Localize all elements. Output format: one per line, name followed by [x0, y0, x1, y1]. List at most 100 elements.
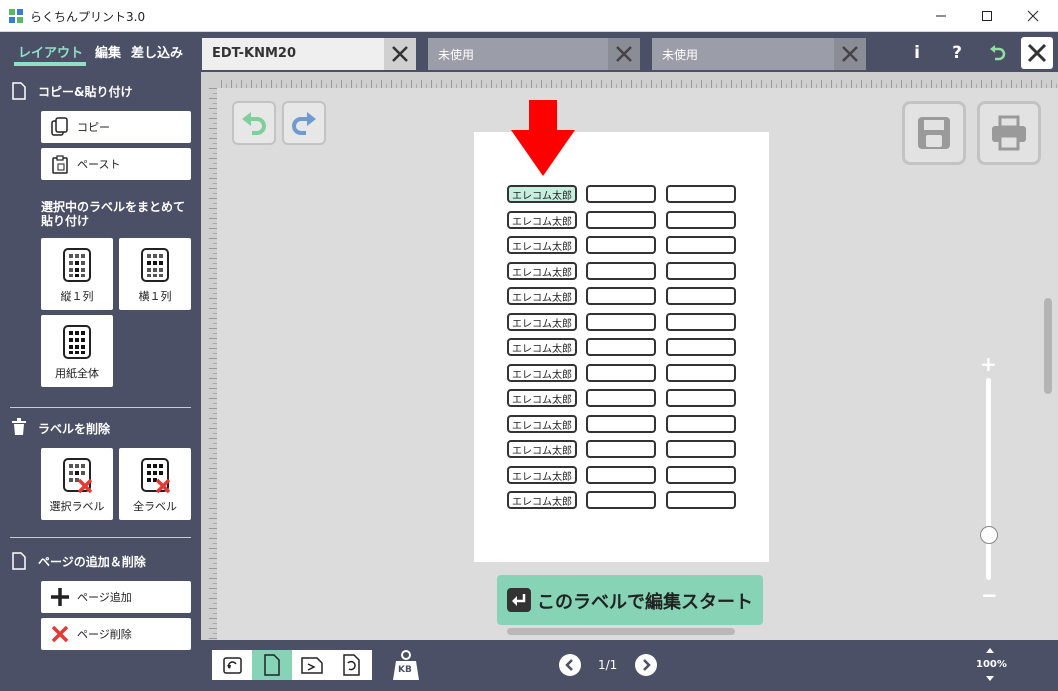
label-cell-row-9-col-1[interactable]: エレコム太郎 [507, 389, 577, 407]
mode-tab-layout[interactable]: レイアウト [18, 42, 83, 61]
paste-column-button[interactable]: 縦１列 [41, 238, 113, 310]
label-cell-row-12-col-3[interactable] [666, 466, 736, 484]
row-grid-icon [141, 248, 169, 282]
zoom-down-icon[interactable] [985, 675, 995, 683]
undo-history-button[interactable] [981, 38, 1013, 68]
undo-button[interactable] [232, 101, 276, 145]
zoom-in-button[interactable]: + [980, 352, 997, 376]
info-button[interactable]: i [901, 38, 933, 68]
label-cell-row-13-col-2[interactable] [586, 491, 656, 509]
mode-tab-merge[interactable]: 差し込み [131, 42, 183, 61]
label-cell-row-4-col-3[interactable] [666, 262, 736, 280]
down-arrow-icon [511, 100, 575, 176]
start-editing-button[interactable]: このラベルで編集スタート [497, 575, 763, 625]
mode-tab-edit[interactable]: 編集 [95, 42, 121, 61]
doc-tab-close-button[interactable] [608, 38, 640, 70]
copy-button[interactable]: コピー [41, 111, 191, 143]
zoom-slider-handle[interactable] [980, 526, 998, 544]
save-icon [918, 117, 950, 149]
label-cell-row-5-col-2[interactable] [586, 287, 656, 305]
label-cell-row-1-col-2[interactable] [586, 185, 656, 203]
label-cell-row-3-col-2[interactable] [586, 236, 656, 254]
label-cell-row-11-col-2[interactable] [586, 440, 656, 458]
orientation-group [212, 650, 372, 680]
doc-tab-2[interactable]: 未使用 [428, 38, 640, 70]
label-cell-row-12-col-1[interactable]: エレコム太郎 [507, 466, 577, 484]
zoom-out-button[interactable]: − [981, 583, 998, 607]
ruler-ticks [201, 88, 217, 640]
doc-tab-1[interactable]: EDT-KNM20 [202, 38, 416, 70]
delete-selected-icon [63, 458, 93, 494]
label-cell-row-10-col-2[interactable] [586, 415, 656, 433]
label-cell-row-9-col-3[interactable] [666, 389, 736, 407]
label-cell-row-13-col-3[interactable] [666, 491, 736, 509]
tile-label: 選択ラベル [49, 500, 105, 513]
label-cell-row-10-col-1[interactable]: エレコム太郎 [507, 415, 577, 433]
portrait-page-icon [264, 654, 280, 676]
label-cell-row-6-col-2[interactable] [586, 313, 656, 331]
label-cell-row-8-col-3[interactable] [666, 364, 736, 382]
close-app-button[interactable] [1021, 37, 1053, 69]
zoom-up-icon[interactable] [985, 646, 995, 654]
weight-badge-label: KB [398, 665, 412, 675]
tile-label: 用紙全体 [55, 367, 99, 380]
label-cell-row-9-col-2[interactable] [586, 389, 656, 407]
rotate-left-icon [223, 657, 242, 674]
print-button[interactable] [977, 101, 1041, 165]
close-icon [1027, 10, 1039, 22]
section-title-pages: ページの追加＆削除 [38, 555, 146, 569]
paste-button[interactable]: ペースト [41, 148, 191, 180]
label-cell-row-12-col-2[interactable] [586, 466, 656, 484]
label-cell-row-10-col-3[interactable] [666, 415, 736, 433]
label-cell-row-3-col-1[interactable]: エレコム太郎 [507, 236, 577, 254]
label-cell-row-5-col-3[interactable] [666, 287, 736, 305]
label-cell-row-1-col-1[interactable]: エレコム太郎 [507, 185, 577, 203]
label-cell-row-3-col-3[interactable] [666, 236, 736, 254]
add-page-button[interactable]: ページ追加 [41, 581, 191, 613]
add-page-label: ページ追加 [77, 591, 132, 604]
doc-tab-close-button[interactable] [384, 38, 416, 70]
zoom-slider-track[interactable] [986, 378, 991, 580]
minimize-button[interactable] [918, 0, 964, 32]
label-cell-row-1-col-3[interactable] [666, 185, 736, 203]
delete-page-button[interactable]: ページ削除 [41, 618, 191, 650]
paste-row-button[interactable]: 横１列 [119, 238, 191, 310]
label-cell-row-8-col-2[interactable] [586, 364, 656, 382]
paste-full-sheet-button[interactable]: 用紙全体 [41, 315, 113, 387]
vertical-scrollbar[interactable] [1044, 298, 1052, 394]
label-cell-row-11-col-3[interactable] [666, 440, 736, 458]
redo-button[interactable] [282, 101, 326, 145]
label-cell-row-13-col-1[interactable]: エレコム太郎 [507, 491, 577, 509]
doc-tab-close-button[interactable] [834, 38, 866, 70]
label-cell-row-4-col-2[interactable] [586, 262, 656, 280]
label-cell-row-5-col-1[interactable]: エレコム太郎 [507, 287, 577, 305]
bulk-paste-title: 選択中のラベルをまとめて貼り付け [41, 200, 186, 228]
label-cell-row-6-col-3[interactable] [666, 313, 736, 331]
doc-tab-3[interactable]: 未使用 [652, 38, 866, 70]
delete-all-button[interactable]: 全ラベル [119, 448, 191, 520]
prev-page-button[interactable] [559, 654, 581, 676]
paste-icon [52, 155, 68, 174]
label-cell-row-4-col-1[interactable]: エレコム太郎 [507, 262, 577, 280]
rotate-right-button[interactable] [332, 650, 372, 680]
delete-selected-button[interactable]: 選択ラベル [41, 448, 113, 520]
horizontal-scrollbar[interactable] [507, 628, 735, 635]
rotate-left-button[interactable] [212, 650, 252, 680]
next-page-button[interactable] [635, 654, 657, 676]
label-cell-row-6-col-1[interactable]: エレコム太郎 [507, 313, 577, 331]
label-cell-row-2-col-2[interactable] [586, 211, 656, 229]
label-cell-row-2-col-1[interactable]: エレコム太郎 [507, 211, 577, 229]
close-window-button[interactable] [1010, 0, 1056, 32]
portrait-button[interactable] [252, 650, 292, 680]
help-button[interactable]: ? [941, 38, 973, 68]
label-cell-row-7-col-3[interactable] [666, 338, 736, 356]
label-cell-row-11-col-1[interactable]: エレコム太郎 [507, 440, 577, 458]
maximize-button[interactable] [964, 0, 1010, 32]
label-cell-row-8-col-1[interactable]: エレコム太郎 [507, 364, 577, 382]
save-button[interactable] [902, 101, 966, 165]
landscape-button[interactable] [292, 650, 332, 680]
paste-label: ペースト [77, 158, 121, 171]
label-cell-row-2-col-3[interactable] [666, 211, 736, 229]
label-cell-row-7-col-1[interactable]: エレコム太郎 [507, 338, 577, 356]
label-cell-row-7-col-2[interactable] [586, 338, 656, 356]
